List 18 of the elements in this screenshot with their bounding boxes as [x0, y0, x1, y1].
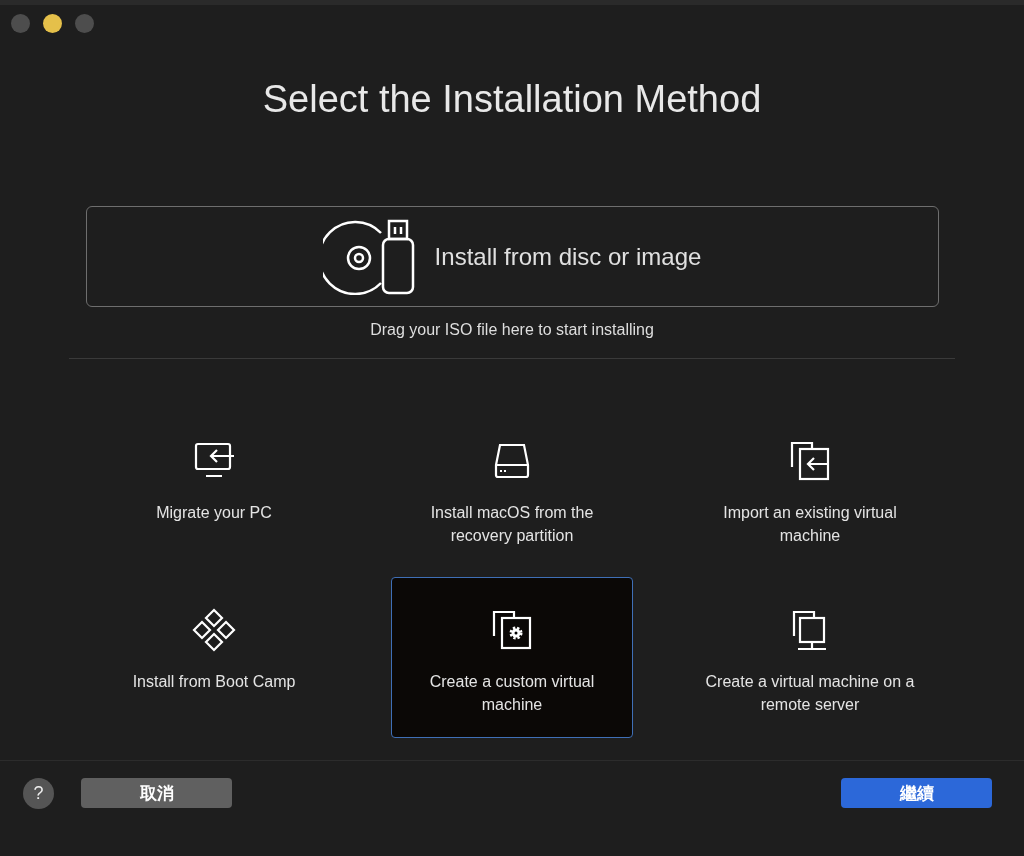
method-option[interactable]: Install from Boot Camp — [93, 577, 335, 738]
disc-image-option[interactable]: Install from disc or image — [85, 206, 939, 307]
disc-usb-icon — [322, 218, 417, 295]
page-title: Select the Installation Method — [261, 78, 763, 122]
diamonds-icon — [192, 608, 236, 652]
method-option[interactable]: Install macOS from the recovery partition — [391, 408, 633, 569]
drop-hint: Drag your ISO file here to start installing — [369, 321, 655, 339]
help-button[interactable]: ? — [23, 777, 54, 809]
continue-button[interactable]: 繼續 — [841, 778, 992, 808]
windows-gear-icon — [490, 608, 534, 652]
windows-arrow-icon — [788, 439, 832, 483]
method-option[interactable]: Create a virtual machine on a remote server — [689, 577, 931, 738]
cancel-button[interactable]: 取消 — [81, 778, 232, 808]
window-control-button[interactable] — [43, 14, 62, 33]
method-option[interactable]: Import an existing virtual machine — [689, 408, 931, 569]
method-option[interactable]: Migrate your PC — [93, 408, 335, 569]
method-option[interactable]: Create a custom virtual machine — [391, 577, 633, 738]
option-label: Install from disc or image — [434, 242, 702, 271]
